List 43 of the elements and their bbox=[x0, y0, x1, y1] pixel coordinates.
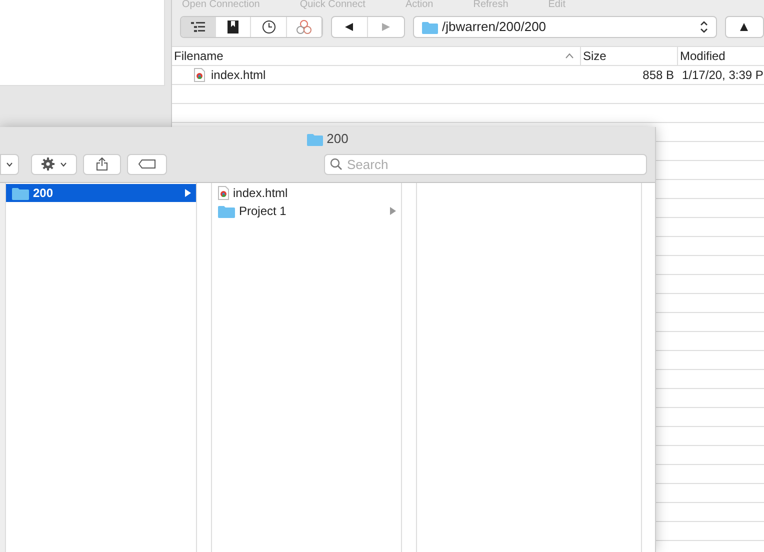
chevron-updown-icon bbox=[700, 21, 708, 33]
table-cell: 1/17/20, 3:39 P bbox=[682, 68, 764, 82]
search-icon bbox=[330, 158, 342, 170]
table-cell-text: 858 B bbox=[642, 67, 674, 84]
file-list-item[interactable]: Project 1 bbox=[212, 202, 401, 220]
share-button[interactable] bbox=[83, 154, 121, 174]
column-header[interactable]: Filename bbox=[174, 47, 224, 65]
folder-icon bbox=[218, 204, 235, 218]
folder-icon bbox=[422, 20, 438, 34]
toolbar-label: Refresh bbox=[473, 0, 508, 10]
action-button[interactable] bbox=[31, 154, 77, 174]
html-file-icon bbox=[194, 68, 205, 82]
right-triangle-icon bbox=[380, 22, 391, 32]
path-dropdown[interactable]: /jbwarren/200/200 bbox=[412, 16, 717, 38]
up-triangle-icon bbox=[739, 22, 750, 32]
share-icon bbox=[96, 157, 108, 171]
left-triangle-icon bbox=[344, 22, 354, 32]
window-title: 200 bbox=[326, 130, 348, 148]
up-button[interactable] bbox=[724, 16, 764, 38]
toolbar-label: Action bbox=[405, 0, 434, 10]
table-cell-text: index.html bbox=[211, 67, 266, 84]
sort-caret-icon bbox=[565, 53, 574, 59]
book-icon bbox=[227, 20, 240, 34]
toolbar-label: Open Connection bbox=[182, 0, 260, 10]
search-field[interactable]: Search bbox=[324, 154, 647, 174]
file-list-item[interactable]: 200 bbox=[6, 184, 196, 202]
column-header[interactable]: Size bbox=[583, 47, 606, 65]
gear-icon bbox=[41, 157, 55, 171]
view-tab[interactable] bbox=[181, 17, 216, 37]
chevron-down-icon bbox=[6, 162, 13, 166]
rings-icon bbox=[296, 20, 312, 34]
column-header[interactable]: Modified bbox=[680, 47, 726, 65]
chevron-down-icon bbox=[60, 162, 67, 166]
clock-icon bbox=[262, 20, 276, 34]
folder-icon bbox=[12, 186, 29, 200]
list-icon bbox=[191, 21, 206, 33]
toolbar-label: Edit bbox=[548, 0, 566, 10]
tag-button[interactable] bbox=[127, 154, 167, 174]
toolbar-label: Quick Connect bbox=[300, 0, 366, 10]
tag-icon bbox=[138, 159, 156, 169]
file-list-item[interactable]: index.html bbox=[212, 184, 401, 202]
folder-icon bbox=[306, 132, 323, 146]
html-file-icon bbox=[218, 186, 229, 200]
